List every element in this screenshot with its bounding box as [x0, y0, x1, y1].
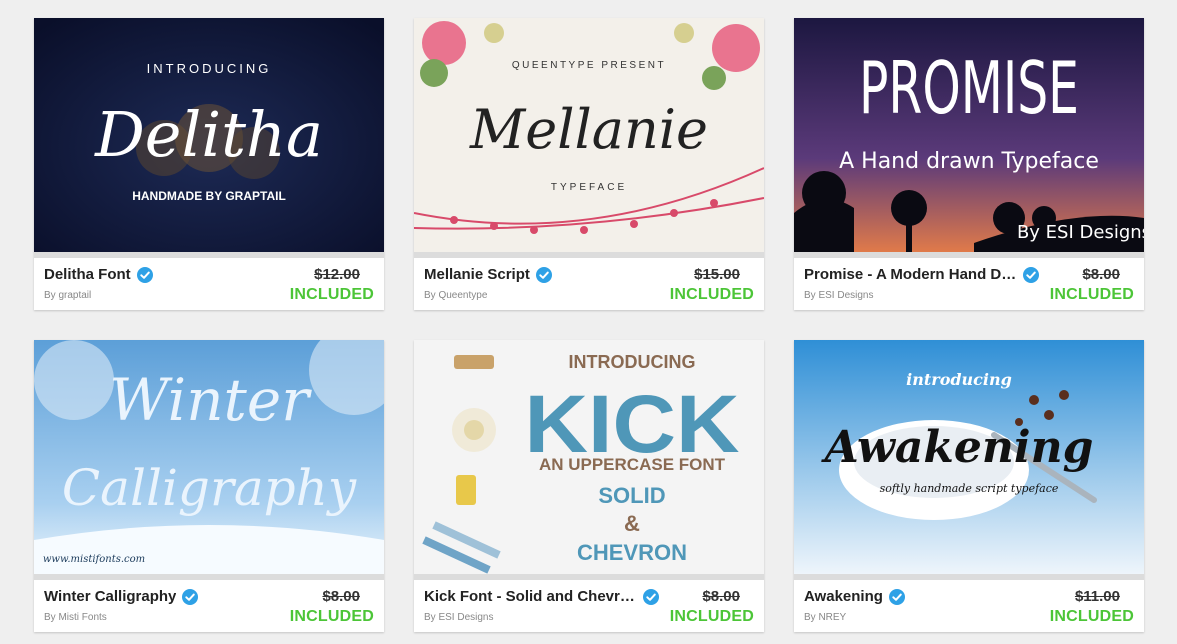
preview-text: QUEENTYPE PRESENT: [512, 60, 666, 71]
product-title[interactable]: Delitha Font: [44, 266, 131, 283]
product-card[interactable]: PROMISE A Hand drawn Typeface By ESI Des…: [794, 18, 1144, 310]
divider: [794, 574, 1144, 580]
preview-title: Delitha: [94, 98, 323, 171]
product-thumbnail[interactable]: Winter Calligraphy www.mistifonts.com: [34, 340, 384, 574]
divider: [34, 252, 384, 258]
verified-check-icon: [643, 588, 659, 605]
product-title[interactable]: Promise - A Modern Hand Dr...: [804, 266, 1017, 283]
verified-check-icon: [1023, 266, 1039, 283]
included-badge: INCLUDED: [289, 608, 374, 625]
verified-check-icon: [535, 266, 552, 283]
product-title[interactable]: Mellanie Script: [424, 266, 530, 283]
included-badge: INCLUDED: [1049, 286, 1134, 303]
original-price: $8.00: [322, 588, 360, 605]
product-card[interactable]: INTRODUCING Delitha HANDMADE BY GRAPTAIL…: [34, 18, 384, 310]
product-author[interactable]: By Queentype: [424, 290, 487, 301]
product-card[interactable]: INTRODUCING KICK AN UPPERCASE FONT SOLID…: [414, 340, 764, 632]
preview-text: introducing: [906, 370, 1012, 389]
preview-title: Awakening: [821, 422, 1094, 473]
original-price: $8.00: [1082, 266, 1120, 283]
preview-text: INTRODUCING: [147, 61, 272, 76]
product-thumbnail[interactable]: INTRODUCING KICK AN UPPERCASE FONT SOLID…: [414, 340, 764, 574]
product-author[interactable]: By NREY: [804, 612, 846, 623]
included-badge: INCLUDED: [289, 286, 374, 303]
preview-text: TYPEFACE: [551, 182, 627, 193]
product-title[interactable]: Kick Font - Solid and Chevron: [424, 588, 637, 605]
preview-text: A Hand drawn Typeface: [839, 149, 1099, 174]
preview-text: SOLID: [598, 483, 665, 508]
product-author[interactable]: By ESI Designs: [424, 612, 493, 623]
preview-text: &: [624, 511, 640, 536]
product-thumbnail[interactable]: PROMISE A Hand drawn Typeface By ESI Des…: [794, 18, 1144, 252]
verified-check-icon: [182, 588, 199, 605]
verified-check-icon: [888, 588, 905, 605]
preview-text: By ESI Designs: [1017, 222, 1144, 243]
product-author[interactable]: By graptail: [44, 290, 91, 301]
product-thumbnail[interactable]: introducing Awakening softly handmade sc…: [794, 340, 1144, 574]
product-title[interactable]: Awakening: [804, 588, 883, 605]
preview-text: HANDMADE BY GRAPTAIL: [132, 189, 286, 203]
product-author[interactable]: By Misti Fonts: [44, 612, 107, 623]
preview-text: AN UPPERCASE FONT: [539, 455, 726, 474]
divider: [414, 574, 764, 580]
preview-text: softly handmade script typeface: [880, 482, 1059, 495]
original-price: $12.00: [314, 266, 360, 283]
divider: [794, 252, 1144, 258]
included-badge: INCLUDED: [669, 286, 754, 303]
preview-text: www.mistifonts.com: [43, 554, 145, 565]
preview-title: Calligraphy: [62, 459, 357, 517]
product-thumbnail[interactable]: INTRODUCING Delitha HANDMADE BY GRAPTAIL: [34, 18, 384, 252]
product-card[interactable]: Winter Calligraphy www.mistifonts.com Wi…: [34, 340, 384, 632]
preview-title: Mellanie: [469, 98, 708, 161]
included-badge: INCLUDED: [669, 608, 754, 625]
divider: [414, 252, 764, 258]
preview-title: Winter: [109, 366, 312, 434]
preview-text: CHEVRON: [577, 540, 687, 565]
included-badge: INCLUDED: [1049, 608, 1134, 625]
preview-text: INTRODUCING: [569, 352, 696, 372]
original-price: $15.00: [694, 266, 740, 283]
divider: [34, 574, 384, 580]
verified-check-icon: [136, 266, 153, 283]
product-card[interactable]: introducing Awakening softly handmade sc…: [794, 340, 1144, 632]
preview-title: PROMISE: [859, 46, 1079, 130]
product-author[interactable]: By ESI Designs: [804, 290, 873, 301]
original-price: $11.00: [1074, 588, 1120, 605]
product-title[interactable]: Winter Calligraphy: [44, 588, 176, 605]
product-thumbnail[interactable]: QUEENTYPE PRESENT Mellanie TYPEFACE: [414, 18, 764, 252]
original-price: $8.00: [702, 588, 740, 605]
product-card[interactable]: QUEENTYPE PRESENT Mellanie TYPEFACE Mell…: [414, 18, 764, 310]
